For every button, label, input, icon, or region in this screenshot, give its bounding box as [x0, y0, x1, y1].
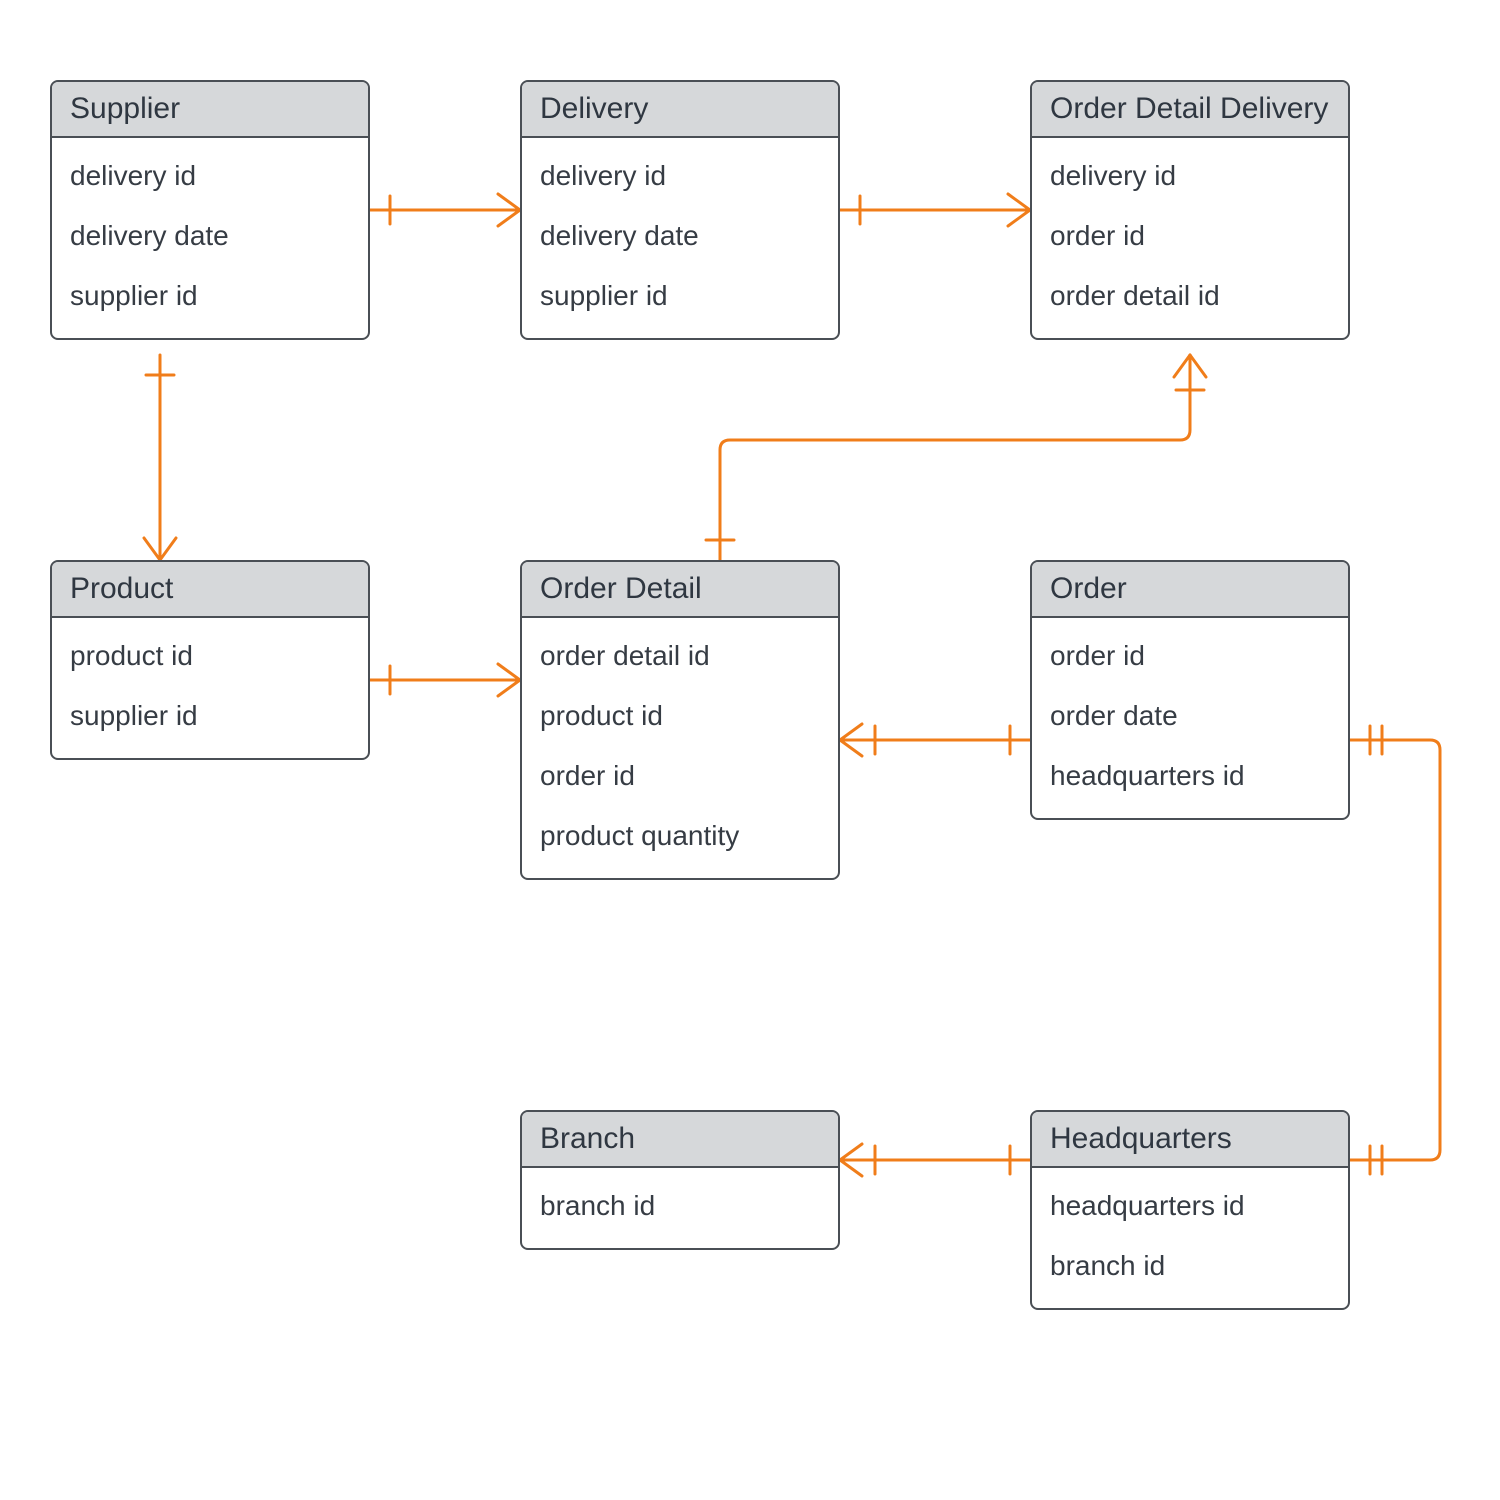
entity-attrs: order detail id product id order id prod… [522, 618, 838, 878]
entity-headquarters[interactable]: Headquarters headquarters id branch id [1030, 1110, 1350, 1310]
attr: product quantity [522, 806, 838, 866]
entity-supplier[interactable]: Supplier delivery id delivery date suppl… [50, 80, 370, 340]
attr: delivery id [522, 146, 838, 206]
entity-attrs: headquarters id branch id [1032, 1168, 1348, 1308]
attr: branch id [1032, 1236, 1348, 1296]
attr: headquarters id [1032, 746, 1348, 806]
entity-title: Product [52, 562, 368, 618]
entity-branch[interactable]: Branch branch id [520, 1110, 840, 1250]
attr: delivery date [522, 206, 838, 266]
attr: order detail id [522, 626, 838, 686]
entity-title: Supplier [52, 82, 368, 138]
entity-delivery[interactable]: Delivery delivery id delivery date suppl… [520, 80, 840, 340]
er-diagram-canvas: Supplier delivery id delivery date suppl… [0, 0, 1500, 1500]
attr: order id [1032, 206, 1348, 266]
attr: branch id [522, 1176, 838, 1236]
entity-attrs: delivery id delivery date supplier id [522, 138, 838, 338]
attr: headquarters id [1032, 1176, 1348, 1236]
attr: delivery date [52, 206, 368, 266]
attr: order date [1032, 686, 1348, 746]
entity-order-detail[interactable]: Order Detail order detail id product id … [520, 560, 840, 880]
attr: order detail id [1032, 266, 1348, 326]
entity-title: Order Detail Delivery [1032, 82, 1348, 138]
attr: product id [52, 626, 368, 686]
entity-attrs: product id supplier id [52, 618, 368, 758]
attr: supplier id [522, 266, 838, 326]
entity-attrs: delivery id delivery date supplier id [52, 138, 368, 338]
attr: delivery id [1032, 146, 1348, 206]
attr: product id [522, 686, 838, 746]
entity-attrs: delivery id order id order detail id [1032, 138, 1348, 338]
entity-order-detail-delivery[interactable]: Order Detail Delivery delivery id order … [1030, 80, 1350, 340]
entity-product[interactable]: Product product id supplier id [50, 560, 370, 760]
entity-title: Delivery [522, 82, 838, 138]
attr: supplier id [52, 686, 368, 746]
entity-attrs: order id order date headquarters id [1032, 618, 1348, 818]
entity-order[interactable]: Order order id order date headquarters i… [1030, 560, 1350, 820]
entity-title: Headquarters [1032, 1112, 1348, 1168]
attr: order id [522, 746, 838, 806]
rel-orderdetail-odd [720, 355, 1190, 560]
entity-attrs: branch id [522, 1168, 838, 1248]
attr: delivery id [52, 146, 368, 206]
rel-order-hq [1350, 740, 1440, 1160]
entity-title: Order Detail [522, 562, 838, 618]
entity-title: Branch [522, 1112, 838, 1168]
attr: supplier id [52, 266, 368, 326]
entity-title: Order [1032, 562, 1348, 618]
attr: order id [1032, 626, 1348, 686]
